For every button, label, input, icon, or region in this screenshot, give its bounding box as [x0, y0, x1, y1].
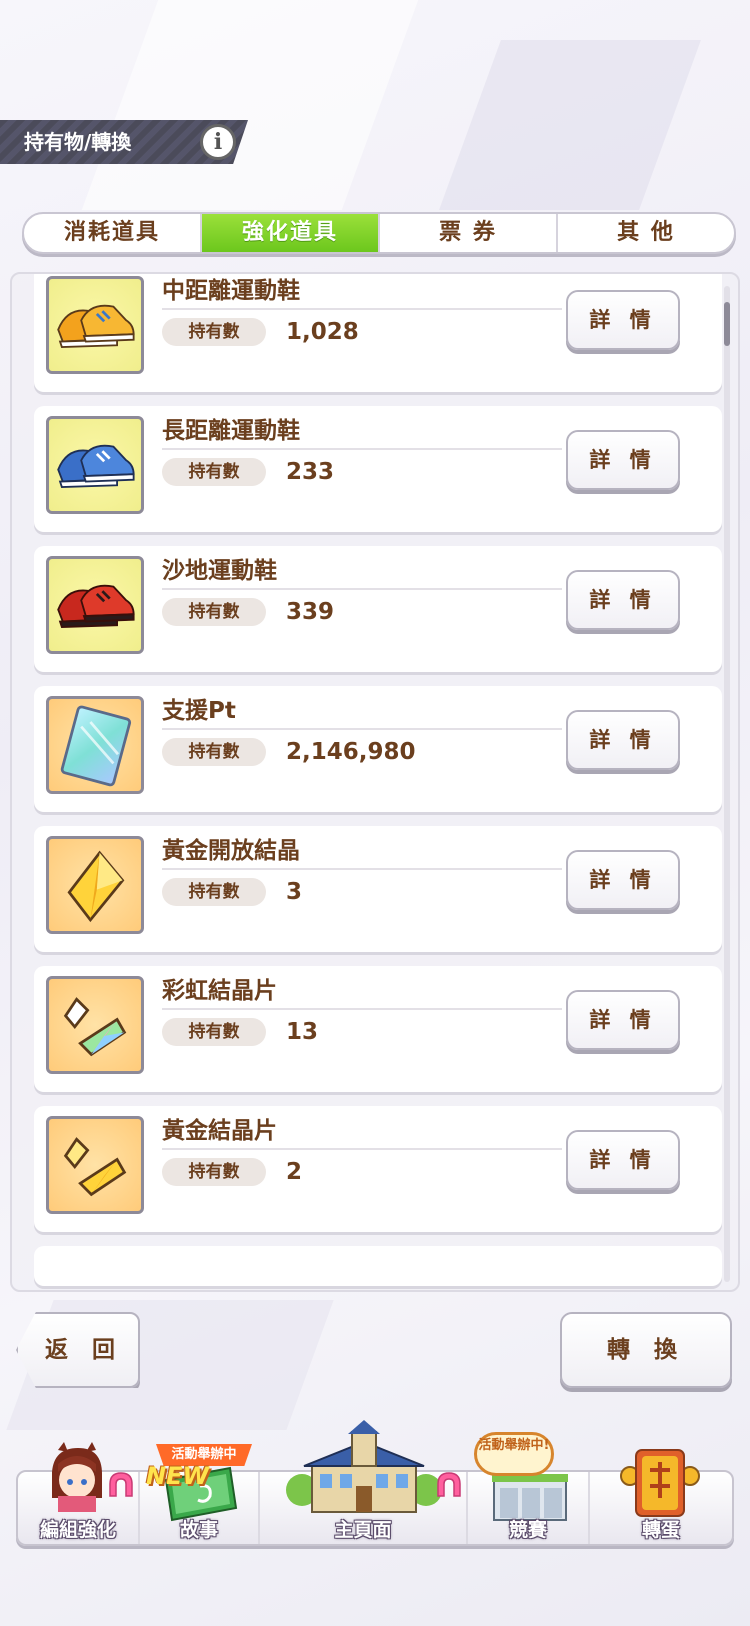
item-name: 支援Pt [162, 692, 562, 730]
tab-other[interactable]: 其 他 [558, 214, 734, 252]
horseshoe-icon [106, 1470, 136, 1500]
gacha-icon [620, 1442, 700, 1522]
home-building-icon [284, 1420, 444, 1520]
orange-sneakers-icon [46, 276, 144, 374]
nav-label: 主頁面 [334, 1519, 392, 1541]
blue-sneakers-icon [46, 416, 144, 514]
scroll-thumb[interactable] [724, 302, 730, 346]
owned-label: 持有數 [162, 458, 266, 486]
nav-item-race[interactable]: 競賽 [468, 1472, 590, 1544]
list-item: 黃金結晶片 持有數 2 詳 情 [34, 1106, 722, 1232]
tab-consumables[interactable]: 消耗道具 [24, 214, 202, 252]
new-badge: NEW [146, 1462, 209, 1490]
owned-count: 2,146,980 [286, 739, 416, 765]
item-name: 長距離運動鞋 [162, 412, 562, 450]
tab-enhancement[interactable]: 強化道具 [202, 214, 380, 252]
owned-label: 持有數 [162, 738, 266, 766]
support-card-icon [46, 696, 144, 794]
background-shard [439, 40, 701, 210]
item-name: 彩虹結晶片 [162, 972, 562, 1010]
list-item: 沙地運動鞋 持有數 339 詳 情 [34, 546, 722, 672]
list-item: 中距離運動鞋 持有數 1,028 詳 情 [34, 274, 722, 392]
nav-label: 競賽 [508, 1519, 547, 1541]
nav-label: 轉蛋 [641, 1519, 680, 1541]
item-name: 黃金開放結晶 [162, 832, 562, 870]
owned-count: 339 [286, 599, 335, 625]
owned-count: 233 [286, 459, 335, 485]
detail-button[interactable]: 詳 情 [566, 430, 680, 490]
scrollbar[interactable] [724, 286, 730, 1282]
list-item: 黃金開放結晶 持有數 3 詳 情 [34, 826, 722, 952]
bottom-nav: 編組強化 故事 主頁面 競賽 轉蛋 [16, 1420, 734, 1546]
owned-label: 持有數 [162, 318, 266, 346]
background-shard [81, 0, 419, 210]
list-item: 彩虹結晶片 持有數 13 詳 情 [34, 966, 722, 1092]
owned-label: 持有數 [162, 1018, 266, 1046]
tab-tickets[interactable]: 票 券 [380, 214, 558, 252]
item-name: 沙地運動鞋 [162, 552, 562, 590]
detail-button[interactable]: 詳 情 [566, 290, 680, 350]
info-icon[interactable]: i [200, 124, 236, 160]
nav-item-team[interactable]: 編組強化 [18, 1442, 140, 1544]
page-title: 持有物/轉換 [24, 130, 132, 154]
gold-shard-icon [46, 1116, 144, 1214]
back-button[interactable]: 返 回 [16, 1312, 140, 1388]
owned-count: 13 [286, 1019, 319, 1045]
detail-button[interactable]: 詳 情 [566, 1130, 680, 1190]
nav-label: 編組強化 [39, 1519, 116, 1541]
owned-label: 持有數 [162, 598, 266, 626]
page-header: 持有物/轉換 i [0, 120, 248, 164]
detail-button[interactable]: 詳 情 [566, 710, 680, 770]
owned-count: 3 [286, 879, 303, 905]
owned-label: 持有數 [162, 878, 266, 906]
convert-button[interactable]: 轉 換 [560, 1312, 732, 1388]
event-bubble: 活動舉辦中! [474, 1432, 554, 1476]
item-name: 中距離運動鞋 [162, 274, 562, 310]
character-icon [44, 1442, 110, 1512]
nav-item-gacha[interactable]: 轉蛋 [590, 1449, 732, 1544]
list-item [34, 1246, 722, 1286]
owned-count: 1,028 [286, 319, 359, 345]
nav-item-home[interactable]: 主頁面 [260, 1420, 468, 1544]
detail-button[interactable]: 詳 情 [566, 990, 680, 1050]
red-sneakers-icon [46, 556, 144, 654]
list-item: 長距離運動鞋 持有數 233 詳 情 [34, 406, 722, 532]
item-list[interactable]: 中距離運動鞋 持有數 1,028 詳 情 長距離運動鞋 持有數 233 詳 情 [10, 272, 740, 1292]
category-tabs: 消耗道具 強化道具 票 券 其 他 [22, 212, 736, 254]
horseshoe-icon [434, 1470, 464, 1500]
item-name: 黃金結晶片 [162, 1112, 562, 1150]
owned-label: 持有數 [162, 1158, 266, 1186]
gold-crystal-icon [46, 836, 144, 934]
owned-count: 2 [286, 1159, 303, 1185]
list-item: 支援Pt 持有數 2,146,980 詳 情 [34, 686, 722, 812]
nav-label: 故事 [179, 1519, 218, 1541]
rainbow-shard-icon [46, 976, 144, 1074]
detail-button[interactable]: 詳 情 [566, 850, 680, 910]
detail-button[interactable]: 詳 情 [566, 570, 680, 630]
